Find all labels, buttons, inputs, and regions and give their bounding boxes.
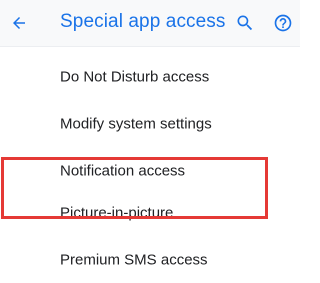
- list-item-do-not-disturb-access[interactable]: Do Not Disturb access: [0, 55, 300, 99]
- search-icon: [237, 15, 253, 31]
- arrow-back-icon: [13, 17, 25, 29]
- list-item-label: Modify system settings: [60, 115, 212, 133]
- help-button[interactable]: [270, 10, 296, 36]
- list-item-notification-access[interactable]: Notification access: [0, 149, 300, 193]
- list-item-label: Notification access: [60, 162, 186, 180]
- list-item-premium-sms-access[interactable]: Premium SMS access: [0, 238, 300, 282]
- page-title: Special app access: [60, 11, 226, 32]
- list-item-label: Picture-in-picture: [60, 204, 174, 222]
- search-button[interactable]: [232, 10, 258, 36]
- help-icon: [274, 14, 292, 32]
- back-button[interactable]: [6, 10, 32, 36]
- app-bar: Special app access: [0, 0, 300, 47]
- list-item-label: Premium SMS access: [60, 251, 208, 269]
- list-item-modify-system-settings[interactable]: Modify system settings: [0, 102, 300, 146]
- list-item-picture-in-picture[interactable]: Picture-in-picture: [0, 191, 300, 235]
- list-item-label: Do Not Disturb access: [60, 68, 210, 86]
